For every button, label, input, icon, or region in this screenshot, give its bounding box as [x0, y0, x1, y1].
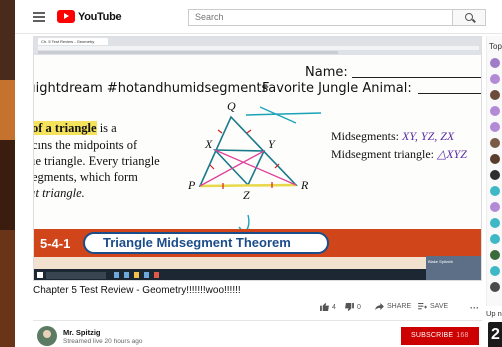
chat-avatar	[490, 106, 500, 116]
tick-mark	[217, 129, 223, 134]
tick-mark	[246, 129, 252, 134]
windows-start-icon	[37, 272, 43, 278]
hamburger-menu-icon[interactable]	[33, 12, 45, 22]
chat-avatar	[490, 74, 500, 84]
pink-annotation	[199, 150, 265, 187]
video-player[interactable]: Ch. 5 Test Review - Geometry Name: Favor…	[33, 36, 482, 281]
vertex-q: Q	[227, 99, 236, 113]
video-actions: 4 0 SHARE SAVE ···	[15, 303, 502, 317]
search-button[interactable]	[452, 9, 486, 26]
taskbar-app-icon	[144, 272, 149, 278]
live-chat-sidebar[interactable]: Top	[486, 36, 502, 306]
chat-avatar	[490, 58, 500, 68]
taskbar-app-icon	[124, 272, 129, 278]
up-next-number: 2	[491, 326, 500, 343]
divider	[33, 320, 482, 321]
lesson-banner: 5-4-1 Triangle Midsegment Theorem	[34, 229, 481, 257]
channel-name[interactable]: Mr. Spitzig	[63, 328, 101, 337]
search-input[interactable]: Search	[188, 9, 452, 26]
taskbar-app-icon	[134, 272, 139, 278]
channel-avatar[interactable]	[37, 326, 57, 346]
thumbs-up-icon	[320, 303, 329, 311]
chat-avatar	[490, 202, 500, 212]
top-bar: YouTube Search	[15, 0, 502, 34]
subscribe-label: SUBSCRIBE	[411, 332, 454, 339]
video-title: Chapter 5 Test Review - Geometry!!!!!!!w…	[33, 285, 241, 296]
logo-text: YouTube	[78, 10, 122, 23]
lesson-title: Triangle Midsegment Theorem	[83, 232, 329, 254]
chat-avatar	[490, 138, 500, 148]
webcam-overlay: Blake Spitznik	[426, 256, 481, 280]
vertex-x: X	[205, 137, 213, 151]
chat-avatar	[490, 218, 500, 228]
top-chat-label[interactable]: Top	[489, 42, 502, 51]
webcam-label: Blake Spitznik	[428, 259, 454, 264]
annotation-stroke	[245, 112, 322, 116]
base-highlight	[199, 183, 297, 188]
chat-avatar	[490, 122, 500, 132]
chat-avatar	[490, 90, 500, 100]
chat-avatar	[490, 170, 500, 180]
thumbs-down-icon	[345, 303, 354, 311]
youtube-page: YouTube Search Ch. 5 Test Review - Geome…	[15, 0, 502, 347]
chat-avatar	[490, 186, 500, 196]
taskbar-app-icon	[114, 272, 119, 278]
subscribe-button[interactable]: SUBSCRIBE 168	[401, 327, 479, 345]
chat-avatar	[490, 250, 500, 260]
triangle-pqr	[198, 115, 298, 187]
dislike-count: 0	[357, 303, 361, 311]
add-to-playlist-icon	[418, 303, 427, 310]
lesson-body-strip	[34, 257, 481, 269]
share-icon	[375, 303, 384, 310]
dislike-button[interactable]: 0	[345, 303, 361, 311]
like-button[interactable]: 4	[320, 303, 336, 311]
taskbar-app-icon	[154, 272, 159, 278]
tick-mark	[209, 164, 215, 170]
subscriber-count: 168	[456, 332, 469, 339]
stream-date: Streamed live 20 hours ago	[63, 338, 143, 345]
save-button[interactable]: SAVE	[418, 303, 448, 310]
youtube-logo[interactable]: YouTube	[57, 10, 122, 23]
vertex-z: Z	[243, 188, 250, 202]
up-next-thumbnail[interactable]: 2	[488, 322, 502, 347]
chat-avatar	[490, 154, 500, 164]
chat-avatar	[490, 282, 500, 292]
vertex-p: P	[188, 178, 196, 192]
lesson-number: 5-4-1	[40, 236, 71, 251]
chat-avatar	[490, 234, 500, 244]
left-edge-background	[0, 0, 15, 347]
embedded-taskbar	[34, 269, 481, 280]
share-label: SHARE	[387, 303, 412, 310]
vertex-r: R	[301, 178, 309, 192]
chat-avatar	[490, 266, 500, 276]
like-count: 4	[332, 303, 336, 311]
taskbar-search	[46, 272, 106, 279]
more-actions-button[interactable]: ···	[470, 303, 479, 313]
save-label: SAVE	[430, 303, 449, 310]
more-icon: ···	[470, 303, 479, 313]
vertex-y: Y	[268, 137, 275, 151]
share-button[interactable]: SHARE	[375, 303, 411, 310]
search-icon	[465, 13, 473, 21]
play-logo-icon	[57, 10, 75, 23]
